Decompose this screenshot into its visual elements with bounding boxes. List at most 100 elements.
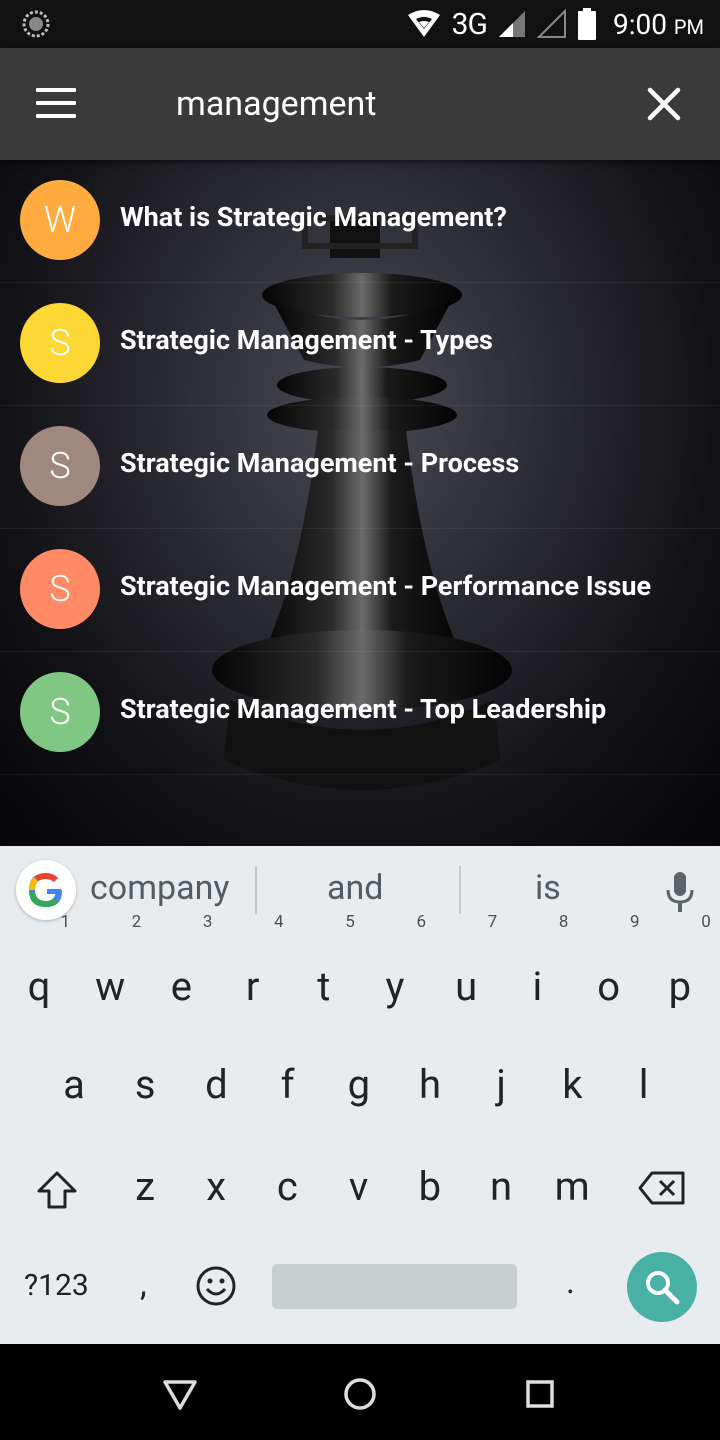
key-letter: j [496, 1061, 506, 1108]
key[interactable]: y6 [360, 914, 430, 1032]
suggestion-divider [459, 866, 461, 914]
key[interactable]: k [537, 1040, 607, 1130]
result-item[interactable]: S Strategic Management - Process [0, 406, 720, 529]
signal-empty-icon [536, 9, 566, 38]
key[interactable]: q1 [4, 914, 74, 1032]
suggestion-2[interactable]: and [327, 868, 383, 908]
suggestion-divider [255, 866, 257, 914]
key[interactable]: r4 [218, 914, 288, 1032]
symbols-key[interactable]: ?123 [24, 1268, 89, 1303]
key[interactable]: s [110, 1040, 180, 1130]
key[interactable]: g [324, 1040, 394, 1130]
key-letter: x [206, 1163, 227, 1210]
key[interactable]: i8 [502, 914, 572, 1032]
comma-key[interactable]: , [140, 1264, 147, 1304]
key-letter: p [668, 963, 692, 1010]
key-letter: z [135, 1163, 155, 1210]
key-letter: a [63, 1061, 85, 1108]
result-avatar: W [20, 180, 100, 260]
key[interactable]: c [252, 1142, 322, 1232]
key[interactable]: l [609, 1040, 679, 1130]
suggestion-3[interactable]: is [535, 868, 561, 908]
network-type: 3G [451, 6, 488, 42]
wifi-icon [407, 10, 440, 37]
result-avatar: S [20, 672, 100, 752]
key[interactable]: z [110, 1142, 180, 1232]
key[interactable]: w2 [75, 914, 145, 1032]
key-letter: y [385, 963, 405, 1010]
key[interactable]: u7 [431, 914, 501, 1032]
key-letter: h [418, 1061, 442, 1108]
suggestion-1[interactable]: company [90, 868, 229, 908]
key-letter: f [280, 1061, 295, 1108]
space-bar[interactable] [272, 1264, 517, 1309]
key-hint-number: 2 [131, 912, 142, 932]
key-hint-number: 7 [487, 912, 498, 932]
key-letter: d [205, 1061, 228, 1108]
result-item[interactable]: S Strategic Management - Types [0, 283, 720, 406]
google-g-icon[interactable] [16, 860, 76, 920]
key[interactable]: v [324, 1142, 394, 1232]
key[interactable]: x [181, 1142, 251, 1232]
key-hint-number: 6 [416, 912, 426, 932]
search-input[interactable] [176, 78, 606, 130]
key[interactable]: j [466, 1040, 536, 1130]
key-letter: l [638, 1061, 649, 1108]
key[interactable]: o9 [574, 914, 644, 1032]
backspace-icon[interactable] [638, 1170, 686, 1206]
emoji-icon[interactable] [195, 1265, 237, 1307]
result-title: Strategic Management - Performance Issue [120, 570, 652, 602]
key-hint-number: 4 [274, 912, 284, 932]
result-title: Strategic Management - Top Leadership [120, 693, 607, 725]
key[interactable]: m [537, 1142, 607, 1232]
result-item[interactable]: S Strategic Management - Top Leadership [0, 652, 720, 775]
key-letter: b [418, 1163, 442, 1210]
search-icon [646, 1271, 680, 1305]
key[interactable]: h [395, 1040, 465, 1130]
key[interactable]: d [181, 1040, 251, 1130]
key[interactable]: f [253, 1040, 323, 1130]
key-hint-number: 8 [558, 912, 569, 932]
key[interactable]: e3 [146, 914, 216, 1032]
key-hint-number: 3 [202, 912, 213, 932]
key-letter: v [348, 1163, 369, 1210]
key[interactable]: b [395, 1142, 465, 1232]
recents-icon[interactable] [520, 1374, 560, 1414]
key-letter: n [489, 1163, 513, 1210]
key-letter: t [317, 963, 331, 1010]
key[interactable]: a [39, 1040, 109, 1130]
key-hint-number: 5 [345, 912, 355, 932]
home-icon[interactable] [340, 1374, 380, 1414]
clock: 9:00 PM [613, 8, 704, 41]
result-item[interactable]: S Strategic Management - Performance Issu… [0, 529, 720, 652]
keyboard-suggestion-strip: company and is [0, 846, 720, 934]
key-letter: s [134, 1061, 156, 1108]
result-avatar: S [20, 549, 100, 629]
key-letter: m [554, 1163, 590, 1210]
key[interactable]: n [466, 1142, 536, 1232]
result-avatar: S [20, 303, 100, 383]
status-bar: 3G 9:00 PM [0, 0, 720, 48]
key-letter: w [95, 963, 126, 1010]
hamburger-icon[interactable] [36, 88, 76, 120]
result-title: What is Strategic Management? [120, 201, 507, 233]
results-panel: W What is Strategic Management? S Strategic… [0, 160, 720, 846]
key-letter: r [245, 963, 260, 1010]
key-letter: q [27, 963, 51, 1010]
period-key[interactable]: . [566, 1262, 575, 1302]
key[interactable]: p0 [645, 914, 715, 1032]
result-title: Strategic Management - Types [120, 324, 493, 356]
close-icon[interactable] [640, 80, 688, 128]
key-hint-number: 0 [701, 912, 711, 932]
keyboard-search-button[interactable] [627, 1252, 697, 1322]
result-item[interactable]: W What is Strategic Management? [0, 160, 720, 283]
shift-icon[interactable] [36, 1170, 78, 1210]
result-avatar: S [20, 426, 100, 506]
back-icon[interactable] [160, 1374, 200, 1414]
microphone-icon[interactable] [664, 870, 696, 914]
clock-time: 9:00 [612, 7, 667, 41]
sync-icon [22, 10, 50, 38]
key-letter: k [562, 1061, 583, 1108]
result-list: W What is Strategic Management? S Strategic… [0, 160, 720, 775]
key[interactable]: t5 [289, 914, 359, 1032]
